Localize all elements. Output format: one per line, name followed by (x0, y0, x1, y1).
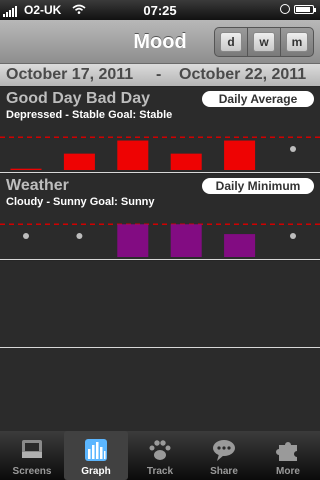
status-bar: O2-UK 07:25 (0, 0, 320, 20)
navigation-bar: Mood d w m (0, 20, 320, 64)
chart-bar (224, 140, 256, 170)
tab-screens[interactable]: Screens (0, 431, 64, 480)
alarm-icon (280, 4, 290, 14)
no-data-point (76, 233, 83, 239)
date-start: October 17, 2011 (6, 66, 134, 83)
puzzle-piece-icon (276, 442, 297, 461)
panel-title: Weather (6, 177, 69, 194)
tab-share[interactable]: Share (192, 431, 256, 480)
tab-track[interactable]: Track (128, 431, 192, 480)
chart-bar (170, 153, 202, 170)
panel-subtitle: Depressed - Stable Goal: Stable (6, 109, 173, 121)
battery-icon (294, 5, 316, 14)
chart-bar (224, 234, 256, 257)
empty-panel-slot (0, 261, 320, 348)
status-time: 07:25 (143, 3, 177, 18)
aggregation-mode-button[interactable]: Daily Minimum (202, 178, 314, 194)
chart-bar (10, 168, 42, 170)
paw-print-icon (149, 440, 171, 460)
empty-panel-slot (0, 348, 320, 431)
no-data-point (23, 233, 29, 239)
date-end: October 22, 2011 (179, 66, 307, 83)
date-separator: - (156, 66, 162, 83)
chart-bar (117, 140, 149, 170)
weather-panel[interactable]: Weather Cloudy - Sunny Goal: Sunny Daily… (0, 174, 320, 260)
segment-day[interactable]: d (215, 28, 247, 56)
date-range-header: October 17, 2011 - October 22, 2011 (0, 64, 320, 86)
bar-graph-icon (85, 439, 107, 461)
period-segmented-control: d w m (214, 27, 314, 57)
tray-icon (22, 440, 42, 458)
good-day-bad-day-panel[interactable]: Good Day Bad Day Depressed - Stable Goal… (0, 87, 320, 173)
chart-bar (63, 153, 95, 170)
speech-bubble-icon (213, 440, 235, 461)
no-data-point (290, 233, 296, 239)
chart-bar (170, 224, 202, 257)
segment-week[interactable]: w (247, 28, 280, 56)
tab-more[interactable]: More (256, 431, 320, 480)
tab-bar: Screens Graph Track Share More (0, 431, 320, 480)
chart-bar (117, 224, 149, 257)
no-data-point (290, 146, 296, 152)
tab-graph[interactable]: Graph (64, 431, 128, 480)
aggregation-mode-button[interactable]: Daily Average (202, 91, 314, 107)
panel-title: Good Day Bad Day (6, 90, 151, 107)
segment-month[interactable]: m (280, 28, 313, 56)
panel-subtitle: Cloudy - Sunny Goal: Sunny (6, 196, 155, 208)
